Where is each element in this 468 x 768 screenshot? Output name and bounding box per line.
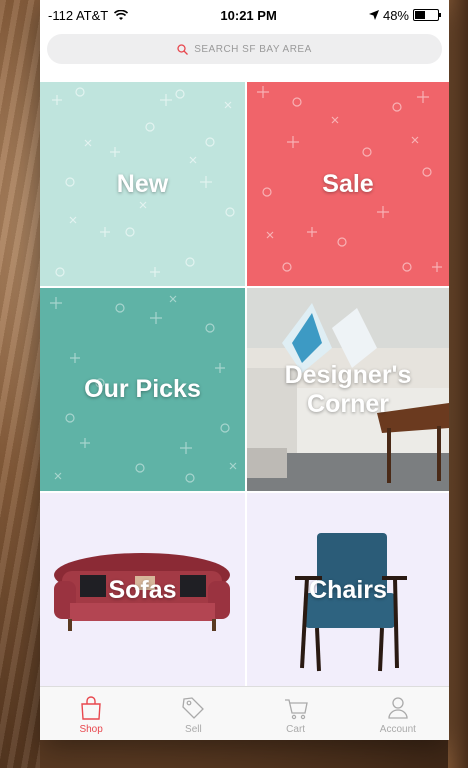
- tile-label: Designer's Corner: [285, 361, 412, 419]
- clock: 10:21 PM: [220, 7, 277, 23]
- tab-sell[interactable]: Sell: [142, 687, 244, 740]
- price-tag-icon: [182, 697, 205, 719]
- tile-sale[interactable]: Sale: [247, 82, 449, 286]
- tile-designers-corner[interactable]: Designer's Corner: [247, 288, 449, 491]
- category-grid: New Sale Our Picks Designer's Corner Sof…: [40, 82, 449, 687]
- search-icon: [177, 43, 189, 55]
- tab-bar: Shop Sell Cart Account: [40, 686, 449, 740]
- tile-label: Our Picks: [84, 375, 201, 404]
- wifi-icon: [114, 9, 129, 20]
- user-icon: [388, 697, 408, 719]
- tab-cart[interactable]: Cart: [245, 687, 347, 740]
- cart-icon: [284, 699, 308, 720]
- tile-label-line: Designer's: [284, 360, 412, 389]
- tile-sofas[interactable]: Sofas: [40, 493, 245, 687]
- search-placeholder: SEARCH SF BAY AREA: [194, 43, 312, 55]
- battery-percent: 48%: [382, 7, 409, 23]
- location-arrow-icon: [368, 10, 379, 20]
- tab-account[interactable]: Account: [347, 687, 449, 740]
- tab-label: Shop: [79, 724, 103, 735]
- battery-icon: [413, 9, 441, 21]
- tile-our-picks[interactable]: Our Picks: [40, 288, 245, 491]
- tile-label: New: [116, 169, 169, 198]
- tab-label: Cart: [286, 724, 306, 735]
- carrier-label: -112 AT&T: [48, 7, 109, 23]
- shopping-bag-icon: [81, 696, 101, 720]
- tile-chairs[interactable]: Chairs: [247, 493, 449, 687]
- tab-label: Sell: [185, 724, 202, 735]
- status-bar: -112 AT&T 10:21 PM 48%: [40, 0, 449, 30]
- tab-label: Account: [379, 724, 416, 735]
- wood-background: [0, 0, 40, 768]
- tile-label: Chairs: [309, 575, 387, 604]
- wood-background-edge: [448, 0, 468, 768]
- tile-new[interactable]: New: [40, 82, 245, 286]
- phone-screen: -112 AT&T 10:21 PM 48% SEARCH SF BAY ARE…: [40, 0, 449, 740]
- tile-label-line: Corner: [307, 389, 389, 418]
- tab-shop[interactable]: Shop: [40, 687, 142, 740]
- tile-label: Sale: [322, 169, 374, 198]
- tile-label: Sofas: [108, 575, 177, 604]
- search-bar[interactable]: SEARCH SF BAY AREA: [47, 34, 442, 64]
